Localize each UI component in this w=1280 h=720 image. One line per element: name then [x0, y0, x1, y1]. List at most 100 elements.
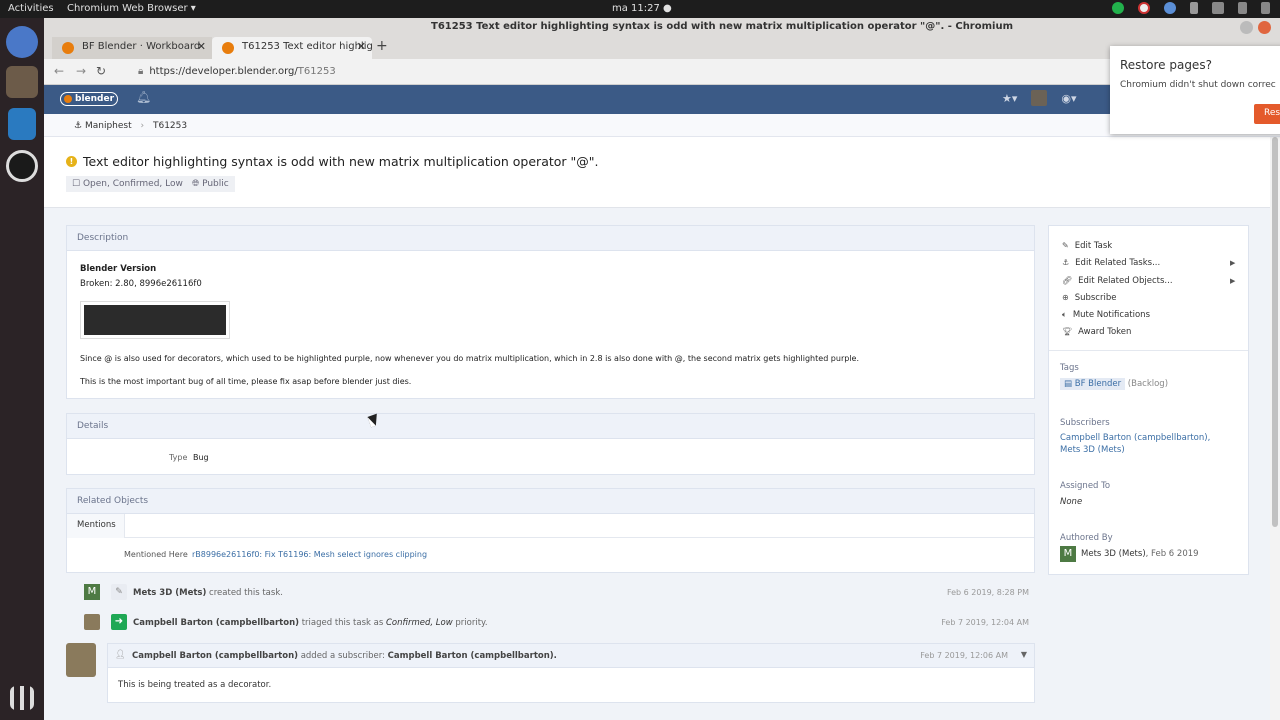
obs-dock-icon[interactable]: [6, 150, 38, 182]
status-text: Open, Confirmed, Low: [82, 179, 183, 189]
activities-button[interactable]: Activities: [8, 3, 54, 14]
timeline-user[interactable]: Mets 3D (Mets): [133, 588, 206, 598]
new-tab-button[interactable]: +: [376, 38, 388, 54]
tab-label: T61253 Text editor highligh: [242, 41, 372, 52]
author-line: Mets 3D (Mets), Feb 6 2019: [1081, 549, 1199, 559]
tab-strip: BF Blender · Workboard ✕ T61253 Text edi…: [44, 37, 1280, 59]
close-tab-icon[interactable]: ✕: [357, 40, 366, 53]
scrollbar-thumb[interactable]: [1272, 137, 1278, 527]
assigned-value: None: [1060, 497, 1083, 507]
authored-label: Authored By: [1060, 533, 1113, 543]
forward-button[interactable]: →: [76, 64, 86, 78]
os-top-bar: Activities Chromium Web Browser ▾ ma 11:…: [0, 0, 1280, 18]
triage-arrow-icon: ➜: [111, 614, 127, 630]
timeline-item: Mets 3D (Mets) created this task. Feb 6 …: [133, 588, 1033, 598]
obs-tray-icon[interactable]: [1138, 2, 1150, 14]
subscriber-link[interactable]: Mets 3D (Mets): [1060, 445, 1125, 455]
breadcrumb-task[interactable]: T61253: [153, 121, 187, 131]
action-label: Edit Related Objects...: [1078, 276, 1173, 286]
url-field[interactable]: 🔒︎ https://developer.blender.org/T61253: [124, 63, 1204, 81]
related-tab-strip: Mentions: [67, 514, 1034, 538]
close-window-button[interactable]: [1258, 21, 1271, 34]
user-avatar[interactable]: [66, 643, 96, 677]
action-label: Edit Task: [1074, 241, 1113, 251]
breadcrumb-separator-icon: ›: [140, 121, 145, 131]
back-button[interactable]: ←: [54, 64, 64, 78]
restore-button[interactable]: Res: [1254, 104, 1280, 124]
comment-body: This is being treated as a decorator.: [118, 680, 272, 690]
action-label: Award Token: [1078, 327, 1132, 337]
comment-target[interactable]: Campbell Barton (campbellbarton).: [388, 651, 557, 661]
page-scrollbar[interactable]: [1270, 137, 1280, 720]
search-scope-icon[interactable]: ◉▾: [1061, 92, 1076, 105]
system-tray: [1112, 2, 1270, 14]
warning-icon: !: [66, 156, 77, 167]
details-box: Details Type Bug: [66, 413, 1035, 475]
chromium-dock-icon[interactable]: [6, 26, 38, 58]
trophy-icon: 🏆︎: [1062, 327, 1073, 336]
award-token-action[interactable]: 🏆︎ Award Token: [1062, 327, 1131, 337]
reload-button[interactable]: ↻: [96, 64, 106, 78]
edit-related-objects-action[interactable]: 🔗︎ Edit Related Objects...: [1062, 276, 1173, 286]
timeline-date[interactable]: Feb 6 2019, 8:28 PM: [947, 588, 1029, 597]
timeline-date[interactable]: Feb 7 2019, 12:04 AM: [941, 618, 1029, 627]
subscriber-link[interactable]: Campbell Barton (campbellbarton),: [1060, 433, 1210, 443]
url-prefix: https://developer.blender.org/: [149, 66, 298, 77]
action-label: Subscribe: [1074, 293, 1117, 303]
status-badge[interactable]: ☐ Open, Confirmed, Low: [66, 176, 189, 192]
chromium-tray-icon[interactable]: [1164, 2, 1176, 14]
bluetooth-icon[interactable]: [1190, 2, 1198, 14]
mentioned-label: Mentioned Here: [124, 550, 188, 559]
close-tab-icon[interactable]: ✕: [197, 40, 206, 53]
visibility-text: Public: [202, 179, 229, 189]
subscribers-label: Subscribers: [1060, 418, 1110, 428]
favorites-star-icon[interactable]: ★▾: [1002, 92, 1017, 105]
subscribe-action[interactable]: ⊕ Subscribe: [1062, 293, 1116, 303]
tab-task[interactable]: T61253 Text editor highligh ✕: [212, 37, 372, 59]
lock-icon: 🔒︎: [138, 66, 144, 77]
app-menu[interactable]: Chromium Web Browser ▾: [67, 3, 196, 14]
mentioned-link[interactable]: rB8996e26116f0: Fix T61196: Mesh select …: [192, 550, 427, 559]
power-icon[interactable]: [1261, 2, 1270, 14]
dock: [0, 18, 44, 720]
tab-workboard[interactable]: BF Blender · Workboard ✕: [52, 37, 212, 59]
network-icon[interactable]: [1212, 2, 1224, 14]
volume-icon[interactable]: [1238, 2, 1247, 14]
vscode-dock-icon[interactable]: [8, 108, 36, 140]
tag-name[interactable]: ▤ BF Blender: [1060, 378, 1126, 390]
tab-mentions[interactable]: Mentions: [67, 514, 125, 538]
user-avatar[interactable]: [1031, 90, 1048, 106]
files-dock-icon[interactable]: [6, 66, 38, 98]
mute-notifications-action[interactable]: 🔈︎ Mute Notifications: [1062, 310, 1150, 320]
chevron-down-icon[interactable]: ▼: [1021, 650, 1027, 659]
comment-user[interactable]: Campbell Barton (campbellbarton): [132, 651, 298, 661]
breadcrumb-maniphest[interactable]: Maniphest: [85, 121, 132, 131]
globe-icon: 🌐︎: [192, 179, 200, 189]
blender-favicon-icon: [222, 42, 234, 54]
author-name[interactable]: Mets 3D (Mets): [1081, 549, 1146, 559]
user-avatar[interactable]: [84, 614, 100, 630]
clock[interactable]: ma 11:27 ●: [612, 3, 672, 14]
window-title: T61253 Text editor highlighting syntax i…: [431, 21, 1013, 32]
show-apps-icon[interactable]: [10, 686, 34, 710]
author-avatar[interactable]: M: [1060, 546, 1076, 562]
browser-chrome: T61253 Text editor highlighting syntax i…: [44, 18, 1280, 85]
notification-bell-icon[interactable]: 🔔︎: [136, 90, 151, 104]
comment-date[interactable]: Feb 7 2019, 12:06 AM: [920, 651, 1008, 660]
visibility-badge[interactable]: 🌐︎ Public: [186, 176, 235, 192]
tag-icon: ▤: [1064, 379, 1073, 389]
timeline-user[interactable]: Campbell Barton (campbellbarton): [133, 618, 299, 628]
tag-chip[interactable]: ▤ BF Blender (Backlog): [1060, 378, 1168, 390]
add-user-icon: 👤︎: [115, 650, 126, 660]
edit-related-tasks-action[interactable]: ⚓ Edit Related Tasks...: [1062, 258, 1160, 268]
user-avatar[interactable]: M: [84, 584, 100, 600]
breadcrumb: ⚓ Maniphest › T61253: [44, 114, 1280, 137]
edit-task-action[interactable]: ✎ Edit Task: [1062, 241, 1112, 251]
minimize-button[interactable]: [1240, 21, 1253, 34]
blender-logo[interactable]: blender: [60, 92, 118, 106]
submenu-arrow-icon: ▶: [1230, 259, 1236, 267]
screenshot-thumbnail[interactable]: [80, 301, 230, 339]
status-dot-icon[interactable]: [1112, 2, 1124, 14]
actions-sidebar: ✎ Edit Task ⚓ Edit Related Tasks... ▶ 🔗︎ Ed…: [1048, 225, 1249, 575]
phabricator-header: blender 🔔︎ ★▾ ◉▾: [44, 85, 1280, 114]
